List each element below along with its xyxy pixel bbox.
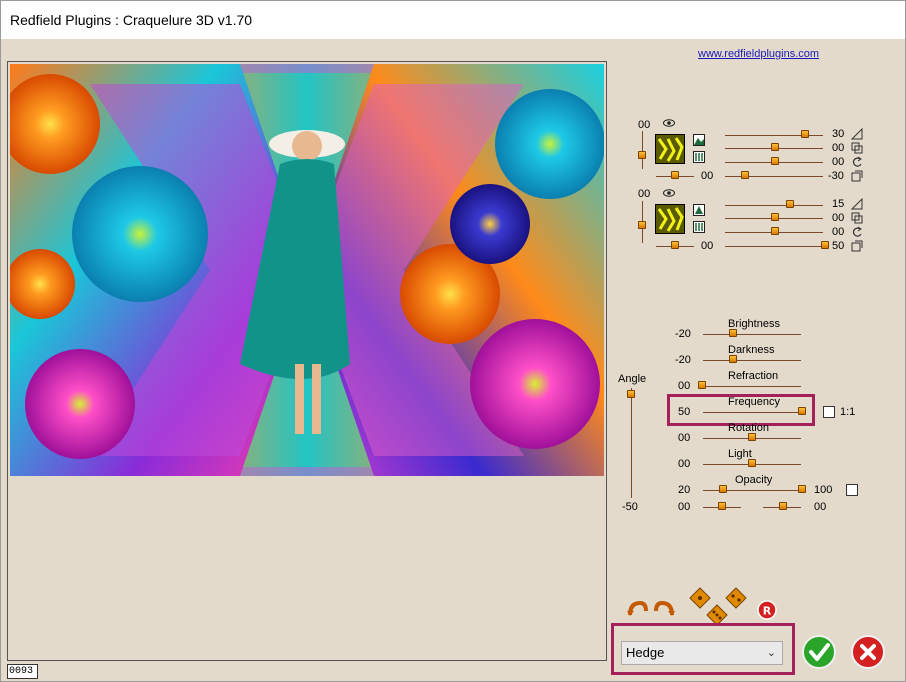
triangle-icon[interactable] <box>850 127 863 140</box>
layer1-track-4 <box>725 176 823 177</box>
darkness-slider[interactable] <box>729 355 737 363</box>
layer1-left-value: 00 <box>638 119 651 131</box>
layer2-bottom-slider[interactable] <box>671 241 679 249</box>
layer1-vertical-track <box>642 131 643 169</box>
resize-icon[interactable] <box>851 142 863 154</box>
ok-button[interactable] <box>802 635 836 669</box>
undo-icon[interactable] <box>627 599 649 617</box>
preview-image <box>10 64 604 476</box>
layer2-slider-2[interactable] <box>771 213 779 221</box>
light-value: 00 <box>678 458 691 470</box>
layer1-slider-4[interactable] <box>741 171 749 179</box>
frequency-slider[interactable] <box>798 407 806 415</box>
refraction-track <box>703 386 801 387</box>
skew-icon[interactable] <box>851 240 863 252</box>
opacity-min-value: 20 <box>678 484 691 496</box>
bars-icon[interactable] <box>693 151 705 163</box>
eye-icon[interactable] <box>663 118 675 130</box>
ratio-label: 1:1 <box>840 406 856 418</box>
layer1-value-4: -30 <box>828 170 844 182</box>
layer2-vertical-slider[interactable] <box>638 221 646 229</box>
reset-icon[interactable]: R <box>757 600 777 620</box>
brightness-track <box>703 334 801 335</box>
layer2-value-3: 00 <box>832 226 845 238</box>
layer2-slider-4[interactable] <box>821 241 829 249</box>
layer1-value-2: 00 <box>832 142 845 154</box>
darkness-track <box>703 360 801 361</box>
layer1-slider-2[interactable] <box>771 143 779 151</box>
window-title: Redfield Plugins : Craquelure 3D v1.70 <box>10 12 253 28</box>
frequency-track <box>703 412 801 413</box>
website-link[interactable]: www.redfieldplugins.com <box>698 48 819 60</box>
opacity-max-value: 100 <box>814 484 833 496</box>
layer1-value-3: 00 <box>832 156 845 168</box>
title-bar: Redfield Plugins : Craquelure 3D v1.70 <box>1 1 905 39</box>
opacity-bottom-left-value: 00 <box>678 501 691 513</box>
preset-selected-value: Hedge <box>626 645 665 660</box>
ratio-checkbox[interactable] <box>823 406 835 418</box>
opacity-track <box>703 490 801 491</box>
opacity-bottom-right-value: 00 <box>814 501 827 513</box>
light-slider[interactable] <box>748 459 756 467</box>
layer1-slider-3[interactable] <box>771 157 779 165</box>
angle-slider[interactable] <box>627 390 635 398</box>
layer1-bottom-value: 00 <box>701 170 714 182</box>
layer2-value-4: 50 <box>832 240 845 252</box>
frequency-value: 50 <box>678 406 691 418</box>
svg-text:R: R <box>763 605 772 618</box>
angle-track <box>631 388 632 498</box>
eye-icon[interactable] <box>663 188 675 200</box>
layer1-vertical-slider[interactable] <box>638 151 646 159</box>
layer1-slider-1[interactable] <box>801 130 809 138</box>
frame-counter: 0093 <box>7 664 38 679</box>
skew-icon[interactable] <box>851 170 863 182</box>
brightness-value: -20 <box>675 328 691 340</box>
opacity-checkbox[interactable] <box>846 484 858 496</box>
preview-panel[interactable] <box>7 61 607 661</box>
opacity-max-slider[interactable] <box>798 485 806 493</box>
opacity-label: Opacity <box>735 474 773 486</box>
random-dice-icon[interactable] <box>689 587 747 627</box>
layer2-value-2: 00 <box>832 212 845 224</box>
bars-icon[interactable] <box>693 221 705 233</box>
plugin-window: Redfield Plugins : Craquelure 3D v1.70 w… <box>0 0 906 682</box>
frequency-label: Frequency <box>728 396 780 408</box>
angle-value: -50 <box>622 501 638 513</box>
refraction-value: 00 <box>678 380 691 392</box>
layer2-track-1 <box>725 205 823 206</box>
rotate-icon[interactable] <box>851 226 863 238</box>
layer2-slider-3[interactable] <box>771 227 779 235</box>
resize-icon[interactable] <box>851 212 863 224</box>
preset-select[interactable]: Hedge ⌄ <box>621 641 783 665</box>
triangle-icon[interactable] <box>850 197 863 210</box>
layer1-value-1: 30 <box>832 128 845 140</box>
refraction-label: Refraction <box>728 370 779 382</box>
peak-icon[interactable] <box>693 204 705 216</box>
layer2-track-4 <box>725 246 823 247</box>
opacity-min-slider[interactable] <box>719 485 727 493</box>
rotation-value: 00 <box>678 432 691 444</box>
layer2-bottom-value: 00 <box>701 240 714 252</box>
redo-icon[interactable] <box>653 599 675 617</box>
refraction-slider[interactable] <box>698 381 706 389</box>
layer2-value-1: 15 <box>832 198 845 210</box>
angle-label: Angle <box>618 373 647 385</box>
brightness-slider[interactable] <box>729 329 737 337</box>
chevron-down-icon: ⌄ <box>766 647 776 659</box>
layer2-slider-1[interactable] <box>786 200 794 208</box>
rotation-slider[interactable] <box>748 433 756 441</box>
cancel-button[interactable] <box>851 635 885 669</box>
layer2-left-value: 00 <box>638 188 651 200</box>
mountain-icon[interactable] <box>693 134 705 146</box>
layer1-texture-swatch[interactable] <box>655 134 685 164</box>
opacity-bottom-left-slider[interactable] <box>718 502 726 510</box>
layer2-texture-swatch[interactable] <box>655 204 685 234</box>
darkness-value: -20 <box>675 354 691 366</box>
rotate-icon[interactable] <box>851 156 863 168</box>
opacity-bottom-right-slider[interactable] <box>779 502 787 510</box>
layer1-bottom-slider[interactable] <box>671 171 679 179</box>
